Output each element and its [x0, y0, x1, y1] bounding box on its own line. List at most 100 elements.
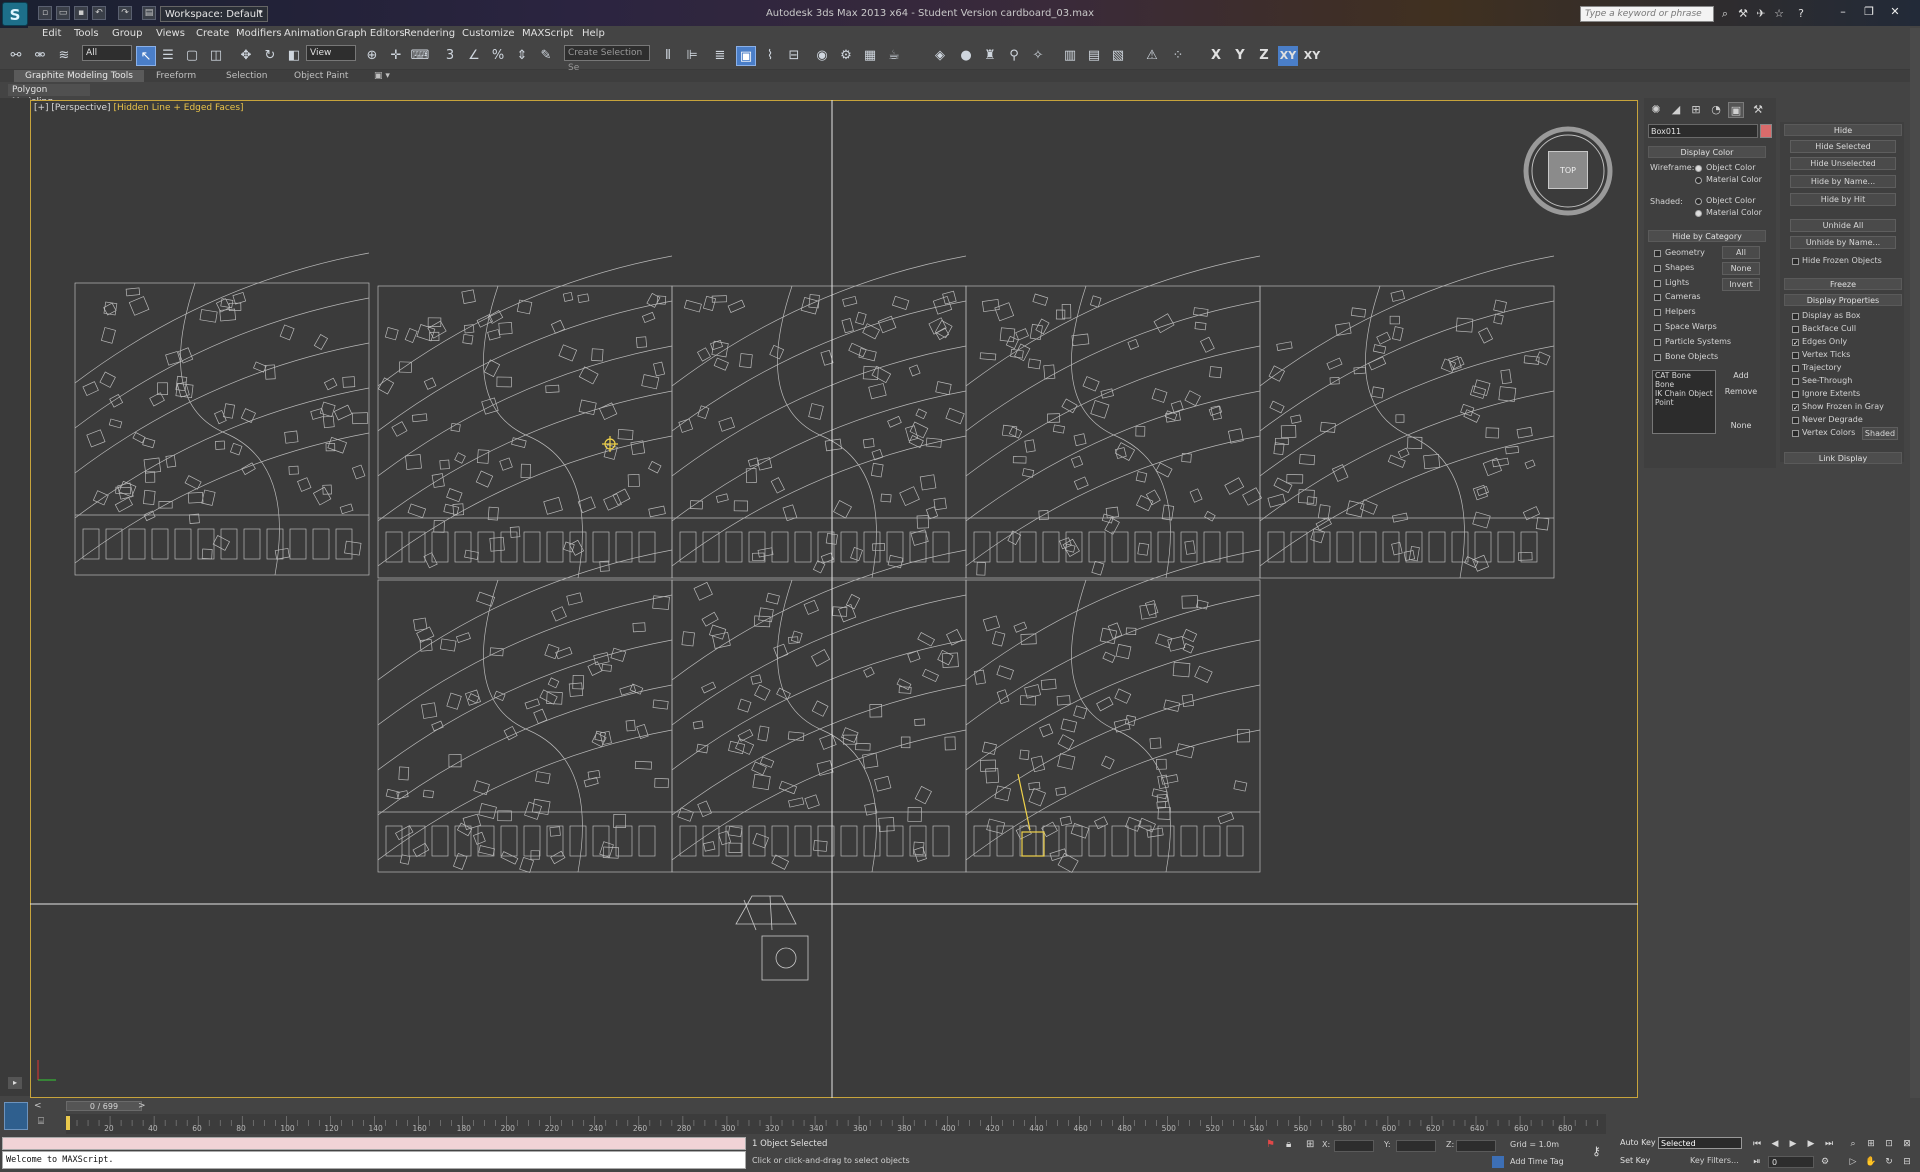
trajectory-checkbox[interactable] — [1792, 365, 1799, 372]
reference-coordinate-dropdown[interactable]: View — [306, 45, 356, 61]
utilities-tab-icon[interactable]: ⚒ — [1750, 102, 1766, 118]
vertex-ticks-checkbox[interactable] — [1792, 352, 1799, 359]
unhide-by-name-button[interactable]: Unhide by Name... — [1790, 236, 1896, 249]
isolate-selection-icon[interactable]: ⚑ — [1266, 1139, 1275, 1150]
shaded-object-color-radio[interactable] — [1695, 198, 1702, 205]
axis-xy-button[interactable]: XY — [1278, 46, 1298, 66]
trackbar-icon[interactable]: ⌸ — [38, 1116, 44, 1127]
category-list[interactable]: CAT Bone Bone IK Chain Object Point — [1652, 370, 1716, 434]
rectangular-selection-icon[interactable]: ▢ — [182, 46, 202, 66]
snap-points-icon[interactable]: ⁘ — [1168, 46, 1188, 66]
maxscript-mini-listener-top[interactable] — [2, 1137, 746, 1150]
isolate-icon[interactable]: ◈ — [930, 46, 950, 66]
close-button[interactable]: ✕ — [1884, 4, 1906, 20]
viewport-label[interactable]: [+] [Perspective] [Hidden Line + Edged F… — [34, 103, 244, 117]
display-properties-rollout[interactable]: Display Properties — [1784, 294, 1902, 306]
list-item[interactable]: Point — [1653, 398, 1715, 407]
shaded-button[interactable]: Shaded — [1862, 427, 1898, 440]
object-color-swatch[interactable] — [1760, 124, 1772, 138]
workspace-dropdown[interactable]: Workspace: Default — [160, 6, 268, 22]
maxscript-listener[interactable]: Welcome to MAXScript. — [2, 1151, 746, 1169]
menu-create[interactable]: Create — [196, 26, 229, 42]
hide-cameras-checkbox[interactable] — [1654, 294, 1661, 301]
subscription-icon[interactable]: ⚒ — [1736, 7, 1750, 21]
select-by-name-icon[interactable]: ☰ — [158, 46, 178, 66]
help-icon[interactable]: ? — [1794, 7, 1808, 21]
hide-frozen-checkbox[interactable] — [1792, 258, 1799, 265]
viewcube-face[interactable]: TOP — [1548, 151, 1588, 189]
key-icon[interactable]: ⚷ — [1592, 1144, 1601, 1158]
polygon-modeling-panel[interactable]: Polygon Modeling — [8, 84, 90, 107]
axis-y-button[interactable]: Y — [1230, 46, 1250, 66]
zoom-icon[interactable]: ⌕ — [1846, 1138, 1860, 1150]
menu-rendering[interactable]: Rendering — [404, 26, 455, 42]
viewport-layout-icon[interactable]: ▤ — [1084, 46, 1104, 66]
field-of-view-icon[interactable]: ▷ — [1846, 1156, 1860, 1168]
x-coord-input[interactable] — [1334, 1140, 1374, 1152]
hierarchy-tab-icon[interactable]: ⊞ — [1688, 102, 1704, 118]
hide-bone-objects-checkbox[interactable] — [1654, 354, 1661, 361]
menu-graph-editors[interactable]: Graph Editors — [336, 26, 405, 42]
redo-icon[interactable]: ↷ — [118, 6, 132, 20]
select-and-link-icon[interactable]: ⚯ — [6, 46, 26, 66]
previous-frame-icon[interactable]: ◀ — [1768, 1138, 1782, 1150]
tab-object-paint[interactable]: Object Paint — [294, 70, 348, 82]
viewport-render-icon[interactable]: ▧ — [1108, 46, 1128, 66]
go-to-start-icon[interactable]: ⏮ — [1750, 1138, 1764, 1150]
keyboard-shortcut-icon[interactable]: ⌨ — [410, 46, 430, 66]
viewport-label-view[interactable]: [+] [Perspective] — [34, 103, 113, 113]
open-file-icon[interactable]: ▭ — [56, 6, 70, 20]
favorites-icon[interactable]: ☆ — [1772, 7, 1786, 21]
panel-scrollbar[interactable] — [1910, 28, 1920, 1098]
list-item[interactable]: CAT Bone — [1653, 371, 1715, 380]
hide-shapes-checkbox[interactable] — [1654, 265, 1661, 272]
next-frame-icon[interactable]: ▶ — [1804, 1138, 1818, 1150]
named-selection-set-input[interactable]: Create Selection Se — [564, 45, 650, 73]
angle-snap-icon[interactable]: ∠ — [464, 46, 484, 66]
bind-space-warp-icon[interactable]: ≋ — [54, 46, 74, 66]
menu-customize[interactable]: Customize — [462, 26, 515, 42]
hide-particle-systems-checkbox[interactable] — [1654, 339, 1661, 346]
tab-selection[interactable]: Selection — [226, 70, 267, 82]
rotate-icon[interactable]: ↻ — [260, 46, 280, 66]
list-remove-button[interactable]: Remove — [1722, 386, 1760, 399]
display-color-rollout[interactable]: Display Color — [1648, 146, 1766, 158]
time-tag-icon[interactable] — [1492, 1156, 1504, 1168]
hide-lights-checkbox[interactable] — [1654, 280, 1661, 287]
graphite-toggle-icon[interactable]: ▣ — [736, 46, 756, 66]
orbit-icon[interactable]: ↻ — [1882, 1156, 1896, 1168]
viewport-label-shading[interactable]: [Hidden Line + Edged Faces] — [113, 103, 243, 113]
see-through-checkbox[interactable] — [1792, 378, 1799, 385]
motion-tab-icon[interactable]: ◔ — [1708, 102, 1724, 118]
play-animation-icon[interactable]: ▶ — [1786, 1138, 1800, 1150]
time-prev-icon[interactable]: < — [34, 1101, 42, 1111]
z-coord-input[interactable] — [1456, 1140, 1496, 1152]
maximize-viewport-icon[interactable]: ⊟ — [1900, 1156, 1914, 1168]
list-item[interactable]: Bone — [1653, 380, 1715, 389]
display-as-box-checkbox[interactable] — [1792, 313, 1799, 320]
category-invert-button[interactable]: Invert — [1722, 278, 1760, 291]
communication-icon[interactable]: ✈ — [1754, 7, 1768, 21]
ribbon-options-icon[interactable]: ▣ ▾ — [374, 70, 390, 82]
mini-curve-editor-icon[interactable] — [4, 1102, 28, 1130]
ignore-extents-checkbox[interactable] — [1792, 391, 1799, 398]
save-file-icon[interactable]: ▪ — [74, 6, 88, 20]
lock-selection-icon[interactable]: 🔒︎ — [1286, 1139, 1291, 1150]
cloth-icon[interactable]: ♜ — [980, 46, 1000, 66]
axis-xy-cycle-button[interactable]: XY — [1302, 46, 1322, 66]
list-none-button[interactable]: None — [1722, 420, 1760, 433]
vertex-colors-checkbox[interactable] — [1792, 430, 1799, 437]
align-icon[interactable]: ⊫ — [682, 46, 702, 66]
viewport-config-icon[interactable]: ▥ — [1060, 46, 1080, 66]
sphere-icon[interactable]: ● — [956, 46, 976, 66]
list-item[interactable]: IK Chain Object — [1653, 389, 1715, 398]
layer-manager-icon[interactable]: ≣ — [710, 46, 730, 66]
go-to-end-icon[interactable]: ⏭ — [1822, 1138, 1836, 1150]
menu-edit[interactable]: Edit — [42, 26, 61, 42]
unhide-all-button[interactable]: Unhide All — [1790, 219, 1896, 232]
menu-help[interactable]: Help — [582, 26, 605, 42]
wireframe-object-color-radio[interactable] — [1695, 165, 1702, 172]
physx-icon[interactable]: ⚠ — [1142, 46, 1162, 66]
minimize-button[interactable]: – — [1832, 4, 1854, 20]
display-tab-icon[interactable]: ▣ — [1728, 102, 1744, 118]
